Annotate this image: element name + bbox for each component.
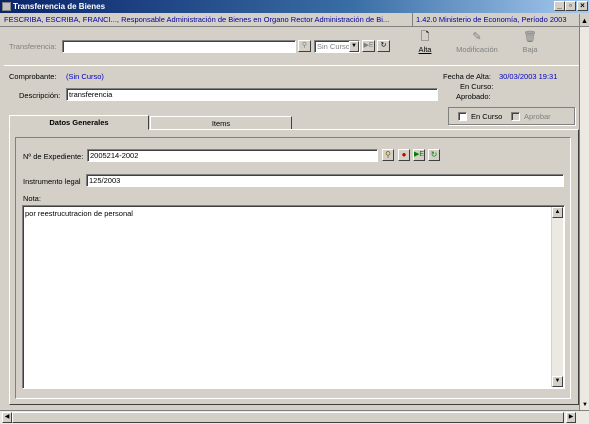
expediente-refresh-button[interactable]: ↻ xyxy=(428,149,440,161)
edit-icon: ✎ xyxy=(472,31,482,43)
comprobante-value: (Sin Curso) xyxy=(66,72,104,81)
descripcion-label: Descripción: xyxy=(19,91,61,100)
window-horizontal-scrollbar[interactable]: ◀ ▶ xyxy=(0,410,589,424)
title-bar: Transferencia de Bienes _ ▫ × xyxy=(0,0,589,13)
user-info: FESCRIBA, ESCRIBA, FRANCI..., Responsabl… xyxy=(4,15,390,24)
app-icon xyxy=(2,2,11,11)
en-curso-checkbox[interactable] xyxy=(458,112,467,121)
fecha-alta-value: 30/03/2003 19:31 xyxy=(499,72,558,81)
close-button[interactable]: × xyxy=(577,1,588,11)
window-title: Transferencia de Bienes xyxy=(13,2,106,11)
aprobado-label: Aprobado: xyxy=(456,92,491,101)
descripcion-input[interactable]: transferencia xyxy=(66,88,438,101)
refresh-icon: ↻ xyxy=(380,42,387,49)
refresh-button[interactable]: ↻ xyxy=(377,40,390,52)
expediente-navigate-button[interactable]: ▶E xyxy=(413,149,425,161)
scroll-up-icon[interactable]: ▲ xyxy=(579,14,589,26)
alta-button[interactable]: 🗋 Alta xyxy=(411,31,439,54)
tab-items[interactable]: Items xyxy=(150,116,292,130)
transferencia-input[interactable] xyxy=(62,40,296,53)
scroll-right-icon[interactable]: ▶ xyxy=(566,412,576,423)
navigate-icon: ▶E xyxy=(414,151,425,158)
scroll-down-icon[interactable]: ▼ xyxy=(581,400,589,410)
comprobante-label: Comprobante: xyxy=(9,72,57,81)
baja-button[interactable]: 🗑 Baja xyxy=(515,31,545,54)
minimize-button[interactable]: _ xyxy=(554,1,565,11)
modificacion-button[interactable]: ✎ Modificación xyxy=(452,31,502,54)
modificacion-label: Modificación xyxy=(456,45,498,54)
expediente-search-button[interactable]: ⚲ xyxy=(382,149,394,161)
horizontal-scroll-thumb[interactable] xyxy=(12,412,564,423)
navigate-icon: ▶E xyxy=(363,42,374,49)
aprobar-checkbox-label: Aprobar xyxy=(524,112,551,121)
search-transferencia-button[interactable]: ⚲ xyxy=(298,40,311,52)
session-info-bar: FESCRIBA, ESCRIBA, FRANCI..., Responsabl… xyxy=(0,13,589,27)
tab-datos-generales[interactable]: Datos Generales xyxy=(9,115,149,130)
alta-label: Alta xyxy=(418,45,432,54)
trash-icon: 🗑 xyxy=(523,31,537,43)
window-vertical-scrollbar[interactable]: ▼ xyxy=(579,27,589,410)
instrumento-label: Instrumento legal xyxy=(23,177,81,186)
scroll-left-icon[interactable]: ◀ xyxy=(2,412,12,423)
navigate-button[interactable]: ▶E xyxy=(362,40,375,52)
en-curso-checkbox-label: En Curso xyxy=(471,112,503,121)
expediente-label: Nº de Expediente: xyxy=(23,152,84,161)
en-curso-label: En Curso: xyxy=(460,82,494,91)
nota-label: Nota: xyxy=(23,194,41,203)
transferencia-label: Transferencia: xyxy=(9,42,57,51)
info-divider xyxy=(412,13,413,27)
status-checkbox-group: En Curso Aprobar xyxy=(448,107,575,125)
refresh-icon: ↻ xyxy=(430,150,438,159)
estado-select[interactable]: Sin Curso ▼ xyxy=(314,40,360,53)
estado-select-value: Sin Curso xyxy=(317,42,350,51)
nota-textarea[interactable]: por reestrucutracion de personal ▲ ▼ xyxy=(22,205,565,389)
chevron-down-icon[interactable]: ▼ xyxy=(349,41,359,52)
expediente-delete-button[interactable]: ● xyxy=(398,149,410,161)
instrumento-input[interactable]: 125/2003 xyxy=(86,174,564,187)
nota-scrollbar[interactable]: ▲ ▼ xyxy=(551,207,563,387)
toolbar-divider xyxy=(4,65,579,66)
search-icon: ⚲ xyxy=(385,150,391,159)
scroll-down-icon[interactable]: ▼ xyxy=(552,376,563,387)
maximize-button[interactable]: ▫ xyxy=(565,1,576,11)
new-document-icon: 🗋 xyxy=(420,31,430,43)
fecha-alta-label: Fecha de Alta: xyxy=(443,72,491,81)
expediente-input[interactable]: 2005214-2002 xyxy=(87,149,378,162)
scroll-up-icon[interactable]: ▲ xyxy=(552,207,563,218)
nota-text: por reestrucutracion de personal xyxy=(25,209,133,218)
version-period-info: 1.42.0 Ministerio de Economía, Período 2… xyxy=(416,15,567,24)
delete-icon: ● xyxy=(401,150,407,159)
search-icon: ⚲ xyxy=(301,42,308,49)
baja-label: Baja xyxy=(522,45,538,54)
aprobar-checkbox[interactable] xyxy=(511,112,520,121)
